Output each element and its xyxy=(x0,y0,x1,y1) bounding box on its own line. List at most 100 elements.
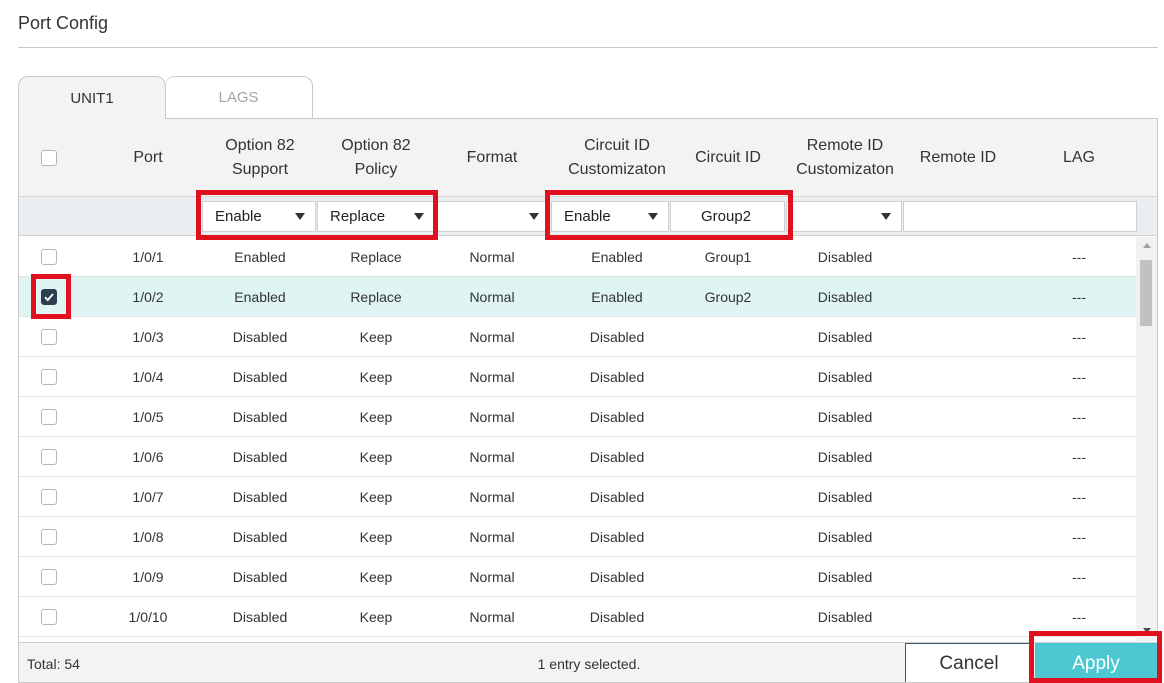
cell-remote-id-customization: Disabled xyxy=(817,409,873,425)
format-select[interactable] xyxy=(437,201,550,232)
cell-circuit-id-customization: Disabled xyxy=(589,489,645,505)
table-row[interactable]: 1/0/2 Enabled Replace Normal Enabled Group2 Di… xyxy=(19,277,1136,317)
cell-lag: --- xyxy=(1072,449,1086,465)
cell-option82-policy: Replace xyxy=(350,249,402,265)
table-row[interactable]: 1/0/5 Disabled Keep Normal Disabled Disabled -… xyxy=(19,397,1136,437)
cell-format: Normal xyxy=(469,569,515,585)
cell-remote-id-customization: Disabled xyxy=(817,489,873,505)
cell-lag: --- xyxy=(1072,569,1086,585)
tab-unit1[interactable]: UNIT1 xyxy=(18,76,166,119)
select-value: Enable xyxy=(564,208,611,225)
row-checkbox[interactable] xyxy=(41,289,57,305)
table-row[interactable]: 1/0/7 Disabled Keep Normal Disabled Disabled -… xyxy=(19,477,1136,517)
cancel-button[interactable]: Cancel xyxy=(905,643,1033,682)
cell-circuit-id-customization: Disabled xyxy=(589,529,645,545)
row-checkbox[interactable] xyxy=(41,569,57,585)
cell-remote-id-customization: Disabled xyxy=(817,369,873,385)
circuit-id-input[interactable]: Group2 xyxy=(670,201,785,232)
cell-lag: --- xyxy=(1072,409,1086,425)
cell-circuit-id xyxy=(674,517,782,557)
table-row[interactable]: 1/0/1 Enabled Replace Normal Enabled Group1 Di… xyxy=(19,237,1136,277)
table-row[interactable]: 1/0/10 Disabled Keep Normal Disabled Disabled… xyxy=(19,597,1136,637)
scrollbar-thumb[interactable] xyxy=(1140,260,1152,326)
header-line: Circuit ID xyxy=(695,149,761,166)
header-line: Remote ID xyxy=(806,137,884,154)
header-line: LAG xyxy=(1062,149,1095,166)
cell-remote-id-customization: Disabled xyxy=(817,449,873,465)
col-header-remote-id-customization: Remote ID Customizaton xyxy=(787,119,903,197)
chevron-down-icon xyxy=(295,213,305,220)
cell-circuit-id-customization: Enabled xyxy=(591,249,643,265)
row-checkbox[interactable] xyxy=(41,329,57,345)
cell-format: Normal xyxy=(469,369,515,385)
cell-circuit-id-customization: Disabled xyxy=(589,369,645,385)
select-value: Replace xyxy=(330,208,386,225)
row-checkbox[interactable] xyxy=(41,369,57,385)
cell-format: Normal xyxy=(469,489,515,505)
cell-format: Normal xyxy=(469,329,515,345)
cell-remote-id xyxy=(907,237,1009,277)
tab-label: UNIT1 xyxy=(70,89,114,107)
header-line: Format xyxy=(466,149,518,166)
cell-circuit-id xyxy=(674,317,782,357)
option82-support-select[interactable]: Enable xyxy=(202,201,316,232)
cell-option82-policy: Keep xyxy=(359,609,393,625)
remote-id-input[interactable] xyxy=(903,201,1137,232)
cell-option82-policy: Keep xyxy=(359,329,393,345)
option82-policy-select[interactable]: Replace xyxy=(317,201,435,232)
cell-circuit-id-customization: Disabled xyxy=(589,569,645,585)
cell-circuit-id xyxy=(674,597,782,637)
cell-option82-support: Disabled xyxy=(232,329,288,345)
cell-format: Normal xyxy=(469,449,515,465)
cell-option82-support: Disabled xyxy=(232,569,288,585)
header-line: Customizaton xyxy=(568,161,666,178)
cell-remote-id xyxy=(907,357,1009,397)
checkmark-icon xyxy=(44,293,54,302)
cell-circuit-id-customization: Disabled xyxy=(589,409,645,425)
header-line: Customizaton xyxy=(796,161,894,178)
cell-circuit-id xyxy=(674,357,782,397)
row-checkbox[interactable] xyxy=(41,489,57,505)
cell-remote-id-customization: Disabled xyxy=(817,609,873,625)
page-title: Port Config xyxy=(18,13,109,33)
scroll-up-arrow-icon[interactable] xyxy=(1143,243,1151,248)
table-row[interactable]: 1/0/4 Disabled Keep Normal Disabled Disabled -… xyxy=(19,357,1136,397)
table-row[interactable]: 1/0/8 Disabled Keep Normal Disabled Disabled -… xyxy=(19,517,1136,557)
select-all-checkbox[interactable] xyxy=(41,150,57,166)
chevron-down-icon xyxy=(648,213,658,220)
row-checkbox[interactable] xyxy=(41,609,57,625)
port-config-table: Port Option 82 Support Option 82 Policy Fo… xyxy=(18,118,1158,683)
cell-remote-id xyxy=(907,317,1009,357)
table-row[interactable]: 1/0/6 Disabled Keep Normal Disabled Disabled -… xyxy=(19,437,1136,477)
cell-option82-support: Disabled xyxy=(232,489,288,505)
table-body: 1/0/1 Enabled Replace Normal Enabled Group1 Di… xyxy=(19,237,1136,641)
col-header-option82-policy: Option 82 Policy xyxy=(317,119,435,197)
scroll-down-arrow-icon[interactable] xyxy=(1143,628,1151,633)
row-checkbox[interactable] xyxy=(41,249,57,265)
cell-port: 1/0/10 xyxy=(128,609,168,625)
cell-option82-policy: Keep xyxy=(359,369,393,385)
cell-remote-id xyxy=(907,517,1009,557)
cell-circuit-id-customization: Disabled xyxy=(589,449,645,465)
apply-button[interactable]: Apply xyxy=(1035,643,1157,682)
cell-port: 1/0/3 xyxy=(132,329,164,345)
cell-format: Normal xyxy=(469,609,515,625)
remote-id-customization-select[interactable] xyxy=(786,201,902,232)
cell-port: 1/0/9 xyxy=(132,569,164,585)
header-line: Policy xyxy=(354,161,398,178)
col-header-circuit-id: Circuit ID xyxy=(674,119,782,197)
row-checkbox[interactable] xyxy=(41,449,57,465)
cell-circuit-id xyxy=(674,437,782,477)
row-checkbox[interactable] xyxy=(41,409,57,425)
cell-lag: --- xyxy=(1072,489,1086,505)
cell-remote-id xyxy=(907,557,1009,597)
table-row[interactable]: 1/0/3 Disabled Keep Normal Disabled Disabled -… xyxy=(19,317,1136,357)
row-checkbox[interactable] xyxy=(41,529,57,545)
header-line: Option 82 xyxy=(341,137,411,154)
col-header-option82-support: Option 82 Support xyxy=(203,119,317,197)
cell-port: 1/0/4 xyxy=(132,369,164,385)
tab-lags[interactable]: LAGS xyxy=(165,76,313,119)
cell-option82-support: Disabled xyxy=(232,609,288,625)
table-row[interactable]: 1/0/9 Disabled Keep Normal Disabled Disabled -… xyxy=(19,557,1136,597)
circuit-id-customization-select[interactable]: Enable xyxy=(551,201,669,232)
